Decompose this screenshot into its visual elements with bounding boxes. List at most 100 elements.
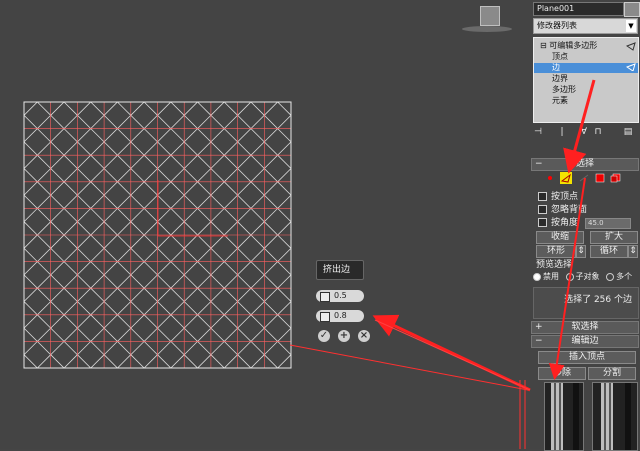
selection-rollout-header[interactable]: − 选择 — [531, 158, 639, 171]
viewcube-ring[interactable] — [462, 26, 512, 32]
mesh-diamond — [130, 261, 159, 289]
mesh-diamond — [76, 314, 105, 342]
stack-toolbar: ⊣ | ∀ ⊓ ▤ — [533, 126, 637, 140]
ok-button[interactable]: ✓ — [318, 330, 330, 342]
stack-item-polygon[interactable]: 多边形 — [552, 85, 576, 95]
ignore-backfacing-checkbox[interactable]: 忽略背面 — [538, 205, 587, 215]
soft-selection-rollout-header[interactable]: + 软选择 — [531, 321, 639, 334]
mesh-diamond — [50, 287, 78, 316]
viewport[interactable]: 挤出边 0.5 0.8 ✓ + × — [0, 0, 528, 449]
preview-disabled-radio[interactable]: 禁用 — [533, 272, 559, 281]
mesh-diamond — [130, 234, 159, 263]
mesh-diamond — [237, 128, 265, 156]
mesh-diamond — [50, 128, 78, 156]
element-level-icon[interactable] — [610, 172, 622, 184]
modifier-list-dropdown[interactable]: 修改器列表 ▼ — [533, 18, 638, 34]
mesh-diamond — [183, 154, 212, 183]
viewcube-icon[interactable] — [480, 6, 500, 26]
mesh-diamond — [156, 154, 185, 183]
mesh-diamond — [76, 287, 105, 316]
mesh-diamond — [183, 128, 212, 156]
remove-button[interactable]: 移除 — [538, 367, 586, 380]
mesh-diamond — [103, 314, 132, 342]
border-level-icon[interactable] — [578, 172, 590, 184]
preview-subobject-radio[interactable]: 子对象 — [565, 272, 600, 281]
extrude-height-field[interactable]: 0.5 — [316, 290, 364, 302]
cancel-button[interactable]: × — [358, 330, 370, 342]
mesh-diamond — [210, 154, 239, 183]
modifier-stack: ⊟ 可编辑多边形 顶点 边 边界 多边形 元素 — [533, 37, 639, 123]
command-panel: Plane001 修改器列表 ▼ ⊟ 可编辑多边形 顶点 边 边界 多边形 元素… — [528, 0, 640, 451]
mesh-diamond — [76, 207, 105, 236]
preview-multi-radio[interactable]: 多个 — [606, 272, 632, 281]
mesh-diamond — [130, 154, 159, 183]
split-button[interactable]: 分割 — [588, 367, 636, 380]
mesh-diamond — [103, 181, 132, 209]
caddy-title: 挤出边 — [316, 260, 364, 280]
by-vertex-checkbox[interactable]: 按顶点 — [538, 192, 578, 202]
mesh-diamond — [237, 101, 265, 130]
mesh-diamond — [237, 234, 265, 263]
radio-dot — [533, 272, 541, 281]
stack-item-element[interactable]: 元素 — [552, 96, 568, 106]
mesh-diamond — [130, 314, 159, 342]
apply-button[interactable]: + — [338, 330, 350, 342]
preview-multi-label: 多个 — [616, 272, 633, 281]
collapse-icon: − — [535, 159, 543, 169]
stack-item-editable-poly[interactable]: ⊟ 可编辑多边形 — [540, 41, 597, 51]
mesh-diamond — [156, 261, 185, 289]
insert-vertex-button[interactable]: 插入顶点 — [538, 351, 636, 364]
edit-edges-rollout-header[interactable]: − 编辑边 — [531, 335, 639, 348]
extrude-edge-caddy: 挤出边 0.5 0.8 ✓ + × — [316, 260, 370, 342]
mesh-diamond — [130, 101, 159, 130]
checkbox-box — [538, 205, 547, 214]
ignore-backfacing-label: 忽略背面 — [551, 205, 588, 215]
mesh-diamond — [103, 234, 132, 263]
mesh-diamond — [23, 234, 52, 263]
remove-modifier-icon[interactable]: ⊓ — [593, 126, 603, 138]
show-end-result-icon[interactable]: | — [557, 126, 567, 138]
make-unique-icon[interactable]: ∀ — [579, 126, 589, 138]
stack-item-border[interactable]: 边界 — [552, 74, 568, 84]
angle-spinner[interactable]: 45.0 — [585, 218, 631, 229]
extrude-width-field[interactable]: 0.8 — [316, 310, 364, 322]
mesh-diamond — [263, 101, 292, 130]
mesh-diamond — [237, 181, 265, 209]
object-name-field[interactable]: Plane001 — [533, 2, 624, 16]
pin-stack-icon[interactable]: ⊣ — [533, 126, 543, 138]
shrink-button[interactable]: 收缩 — [536, 231, 584, 244]
mesh-diamond — [156, 340, 185, 369]
mesh-diamond — [237, 154, 265, 183]
mesh-diamond — [103, 101, 132, 130]
mesh-diamond — [263, 154, 292, 183]
by-angle-checkbox[interactable]: 按角度 — [538, 218, 578, 228]
stack-item-edge[interactable]: 边 — [534, 63, 638, 73]
selection-count-text: 选择了 256 个边 — [564, 295, 632, 305]
mesh-diamond — [156, 207, 185, 236]
thumbnail-art — [601, 383, 631, 450]
loop-spinner[interactable]: ⇕ — [628, 245, 638, 258]
mesh-diamond — [103, 207, 132, 236]
light-bulb-icon[interactable] — [626, 41, 636, 71]
ring-spinner[interactable]: ⇕ — [576, 245, 586, 258]
polygon-level-icon[interactable] — [594, 172, 606, 184]
mesh-diamond — [130, 287, 159, 316]
checkbox-box — [538, 218, 547, 227]
object-color-swatch[interactable] — [624, 2, 640, 17]
stack-item-vertex[interactable]: 顶点 — [552, 52, 568, 62]
selection-rollout-title: 选择 — [575, 159, 594, 169]
mesh-diamond — [103, 261, 132, 289]
vertex-level-icon[interactable] — [544, 172, 556, 184]
mesh-diamond — [130, 340, 159, 369]
mesh-diamond — [50, 154, 78, 183]
loop-button[interactable]: 循环 — [590, 245, 628, 258]
soft-selection-title: 软选择 — [571, 322, 599, 332]
ring-button[interactable]: 环形 — [536, 245, 576, 258]
plane-mesh[interactable] — [0, 0, 528, 449]
expand-icon: + — [535, 322, 543, 332]
configure-sets-icon[interactable]: ▤ — [623, 126, 633, 138]
grow-button[interactable]: 扩大 — [590, 231, 638, 244]
edge-level-icon[interactable] — [560, 172, 572, 184]
mesh-diamond — [23, 207, 52, 236]
mesh-diamond — [263, 234, 292, 263]
